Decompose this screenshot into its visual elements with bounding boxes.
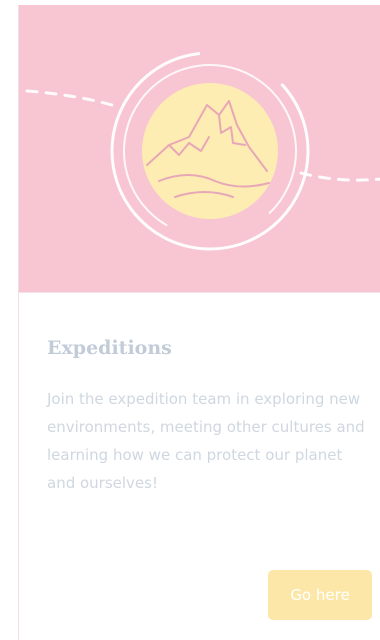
mountain-emblem-icon xyxy=(25,51,380,251)
card-title: Expeditions xyxy=(47,337,172,359)
card-body: Expeditions Join the expedition team in … xyxy=(19,292,380,640)
go-here-button[interactable]: Go here xyxy=(268,570,372,620)
expedition-card: Expeditions Join the expedition team in … xyxy=(18,5,380,640)
card-hero xyxy=(19,5,380,292)
card-description: Join the expedition team in exploring ne… xyxy=(47,390,365,492)
